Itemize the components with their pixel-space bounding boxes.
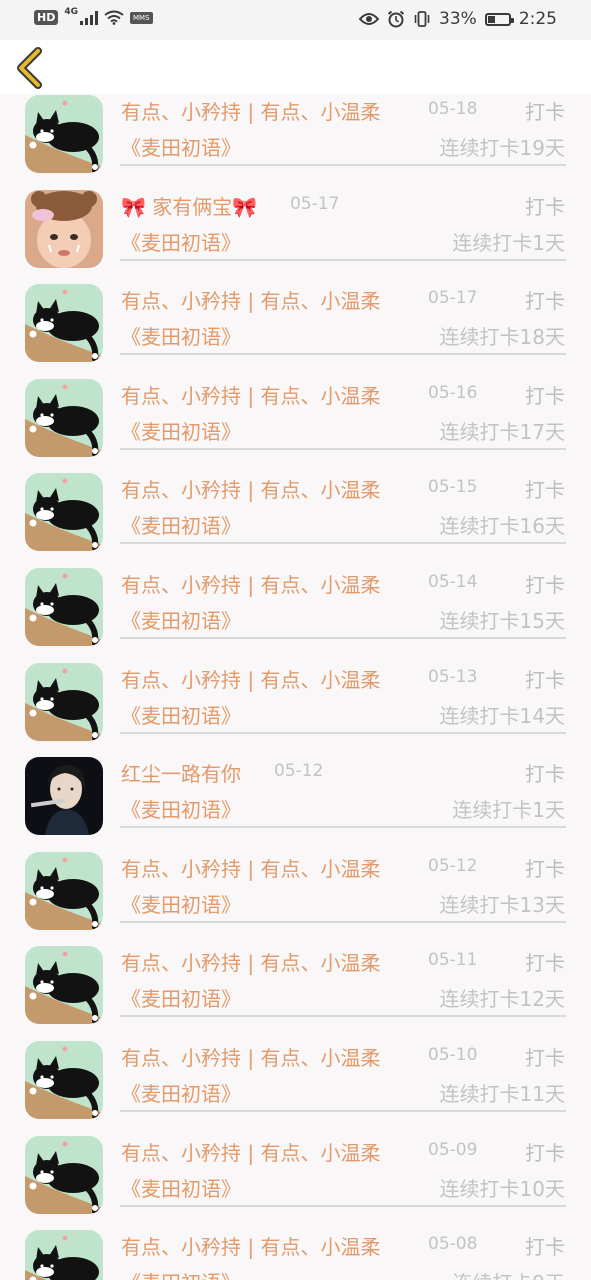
checkin-label: 打卡 bbox=[525, 856, 565, 881]
list-item[interactable]: 有点、小矜持 | 有点、小温柔 05-09 打卡 《麦田初语》 连续打卡10天 bbox=[0, 1099, 591, 1214]
vibrate-icon bbox=[414, 11, 430, 27]
user-name[interactable]: 有点、小矜持 | 有点、小温柔 bbox=[121, 1137, 380, 1166]
list-item[interactable]: 有点、小矜持 | 有点、小温柔 05-15 打卡 《麦田初语》 连续打卡16天 bbox=[0, 436, 591, 552]
user-name[interactable]: 有点、小矜持 | 有点、小温柔 bbox=[121, 853, 380, 882]
alarm-icon bbox=[387, 10, 405, 28]
checkin-label: 打卡 bbox=[525, 100, 565, 124]
checkin-label: 打卡 bbox=[525, 478, 565, 503]
checkin-date: 05-13 bbox=[428, 666, 478, 687]
list-item[interactable]: 有点、小矜持 | 有点、小温柔 05-18 打卡 《麦田初语》 连续打卡19天 bbox=[0, 94, 591, 173]
mms-icon: MMS bbox=[130, 11, 153, 24]
checkin-label: 打卡 bbox=[525, 572, 565, 597]
user-name[interactable]: 有点、小矜持 | 有点、小温柔 bbox=[121, 285, 380, 314]
checkin-list[interactable]: 有点、小矜持 | 有点、小温柔 05-18 打卡 《麦田初语》 连续打卡19天 🎀 家有… bbox=[0, 94, 591, 1280]
user-name[interactable]: 有点、小矜持 | 有点、小温柔 bbox=[121, 474, 380, 503]
list-item[interactable]: 有点、小矜持 | 有点、小温柔 05-11 打卡 《麦田初语》 连续打卡12天 bbox=[0, 909, 591, 1025]
status-bar: HD 4G MMS 33% 2:25 bbox=[0, 0, 591, 40]
checkin-date: 05-17 bbox=[290, 193, 340, 214]
battery-icon bbox=[484, 12, 514, 26]
checkin-date: 05-09 bbox=[428, 1139, 478, 1160]
user-name[interactable]: 有点、小矜持 | 有点、小温柔 bbox=[121, 1042, 380, 1071]
back-button[interactable] bbox=[12, 46, 52, 90]
list-item[interactable]: 有点、小矜持 | 有点、小温柔 05-16 打卡 《麦田初语》 连续打卡17天 bbox=[0, 342, 591, 457]
checkin-date: 05-10 bbox=[428, 1044, 478, 1065]
list-item[interactable]: 有点、小矜持 | 有点、小温柔 05-17 打卡 《麦田初语》 连续打卡18天 bbox=[0, 247, 591, 363]
checkin-label: 打卡 bbox=[525, 762, 565, 787]
checkin-label: 打卡 bbox=[525, 194, 565, 219]
list-item[interactable]: 有点、小矜持 | 有点、小温柔 05-10 打卡 《麦田初语》 连续打卡11天 bbox=[0, 1004, 591, 1119]
checkin-date: 05-18 bbox=[428, 99, 478, 119]
hd-icon: HD bbox=[34, 10, 59, 25]
user-name[interactable]: 有点、小矜持 | 有点、小温柔 bbox=[121, 569, 380, 598]
user-name[interactable]: 🎀 家有俩宝🎀 bbox=[121, 191, 257, 220]
streak-count: 连续打卡9天 bbox=[452, 1267, 565, 1280]
clock: 2:25 bbox=[518, 9, 557, 29]
book-title[interactable]: 《麦田初语》 bbox=[121, 1267, 241, 1280]
checkin-label: 打卡 bbox=[525, 1045, 565, 1070]
user-name[interactable]: 红尘一路有你 bbox=[121, 758, 241, 787]
user-name[interactable]: 有点、小矜持 | 有点、小温柔 bbox=[121, 1231, 380, 1260]
wifi-icon bbox=[104, 10, 124, 25]
checkin-label: 打卡 bbox=[525, 1235, 565, 1260]
user-name[interactable]: 有点、小矜持 | 有点、小温柔 bbox=[121, 96, 380, 125]
checkin-date: 05-15 bbox=[428, 477, 478, 498]
list-item[interactable]: 红尘一路有你 05-12 打卡 《麦田初语》 连续打卡1天 bbox=[0, 720, 591, 836]
avatar[interactable] bbox=[25, 1230, 103, 1280]
eye-icon bbox=[359, 13, 380, 25]
checkin-date: 05-12 bbox=[428, 855, 478, 876]
list-item[interactable]: 有点、小矜持 | 有点、小温柔 05-08 打卡《麦田初语》 连续打卡9天 bbox=[0, 1193, 591, 1280]
header-bar bbox=[0, 40, 591, 94]
signal-icon bbox=[80, 10, 98, 25]
checkin-date: 05-17 bbox=[428, 288, 478, 309]
user-name[interactable]: 有点、小矜持 | 有点、小温柔 bbox=[121, 947, 380, 976]
network-type: 4G bbox=[64, 6, 78, 17]
list-item[interactable]: 🎀 家有俩宝🎀 05-17 打卡 《麦田初语》 连续打卡1天 bbox=[0, 153, 591, 268]
checkin-date: 05-11 bbox=[428, 950, 478, 971]
checkin-label: 打卡 bbox=[525, 951, 565, 976]
list-item[interactable]: 有点、小矜持 | 有点、小温柔 05-13 打卡 《麦田初语》 连续打卡14天 bbox=[0, 626, 591, 741]
checkin-date: 05-08 bbox=[428, 1234, 478, 1255]
chevron-left-icon bbox=[17, 47, 42, 89]
checkin-date: 05-16 bbox=[428, 382, 478, 403]
checkin-label: 打卡 bbox=[525, 383, 565, 408]
checkin-label: 打卡 bbox=[525, 667, 565, 692]
checkin-label: 打卡 bbox=[525, 1140, 565, 1165]
checkin-label: 打卡 bbox=[525, 289, 565, 314]
list-item[interactable]: 有点、小矜持 | 有点、小温柔 05-12 打卡 《麦田初语》 连续打卡13天 bbox=[0, 815, 591, 930]
user-name[interactable]: 有点、小矜持 | 有点、小温柔 bbox=[121, 664, 380, 693]
checkin-date: 05-12 bbox=[274, 761, 324, 782]
checkin-date: 05-14 bbox=[428, 571, 478, 592]
user-name[interactable]: 有点、小矜持 | 有点、小温柔 bbox=[121, 380, 380, 409]
battery-percent: 33% bbox=[439, 9, 477, 29]
list-item[interactable]: 有点、小矜持 | 有点、小温柔 05-14 打卡 《麦田初语》 连续打卡15天 bbox=[0, 531, 591, 646]
